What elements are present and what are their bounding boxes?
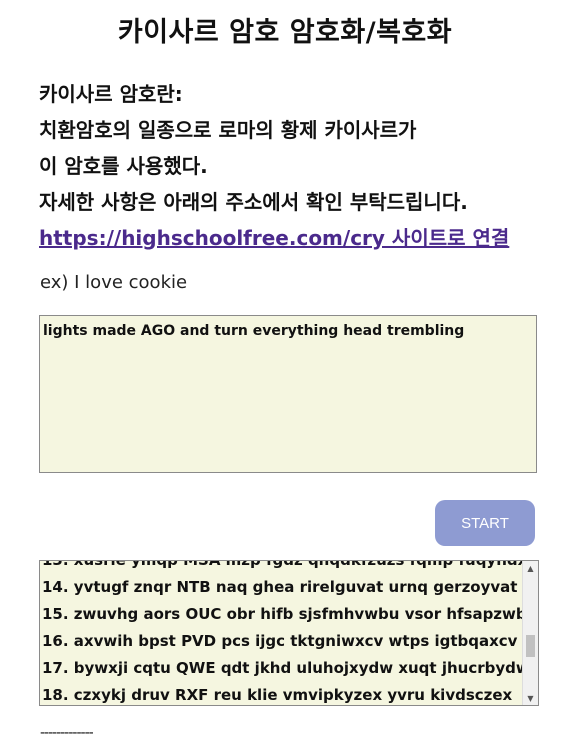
vertical-scrollbar[interactable]: ▲ ▼ [522, 561, 538, 705]
result-line: 13. xusrie ymqp MSA mzp fgdz qnqdkfzuzs … [42, 560, 539, 569]
result-line: 16. axvwih bpst PVD pcs ijgc tktgniwxcv … [42, 632, 518, 650]
result-line: 15. zwuvhg aors OUC obr hifb sjsfmhvwbu … [42, 605, 538, 623]
scroll-up-icon[interactable]: ▲ [523, 561, 538, 575]
result-output[interactable]: 13. xusrie ymqp MSA mzp fgdz qnqdkfzuzs … [39, 560, 539, 706]
result-line: 17. bywxji cqtu QWE qdt jkhd uluhojxydw … [42, 659, 530, 677]
start-button[interactable]: START [435, 500, 535, 546]
description-line: 치환암호의 일종으로 로마의 황제 카이사르가 [39, 118, 417, 142]
result-line: 18. czxykj druv RXF reu klie vmvipkyzex … [42, 686, 513, 704]
description-line: 자세한 사항은 아래의 주소에서 확인 부탁드립니다. [39, 190, 468, 214]
example-text: ex) I love cookie [40, 272, 188, 293]
result-lines: 13. xusrie ymqp MSA mzp fgdz qnqdkfzuzs … [42, 560, 539, 705]
description-line: 이 암호를 사용했다. [39, 154, 208, 178]
reference-link[interactable]: https://highschoolfree.com/cry 사이트로 연결 [39, 226, 509, 250]
result-line: 14. yvtugf znqr NTB naq ghea rirelguvat … [42, 578, 518, 596]
divider: ------------- [40, 725, 94, 741]
scroll-down-icon[interactable]: ▼ [523, 691, 538, 705]
scrollbar-thumb[interactable] [526, 635, 535, 657]
plaintext-input[interactable]: lights made AGO and turn everything head… [39, 315, 537, 473]
page-title: 카이사르 암호 암호화/복호화 [117, 17, 453, 48]
description-line: 카이사르 암호란: [39, 82, 183, 106]
description: 카이사르 암호란: 치환암호의 일종으로 로마의 황제 카이사르가 이 암호를 … [39, 76, 559, 256]
